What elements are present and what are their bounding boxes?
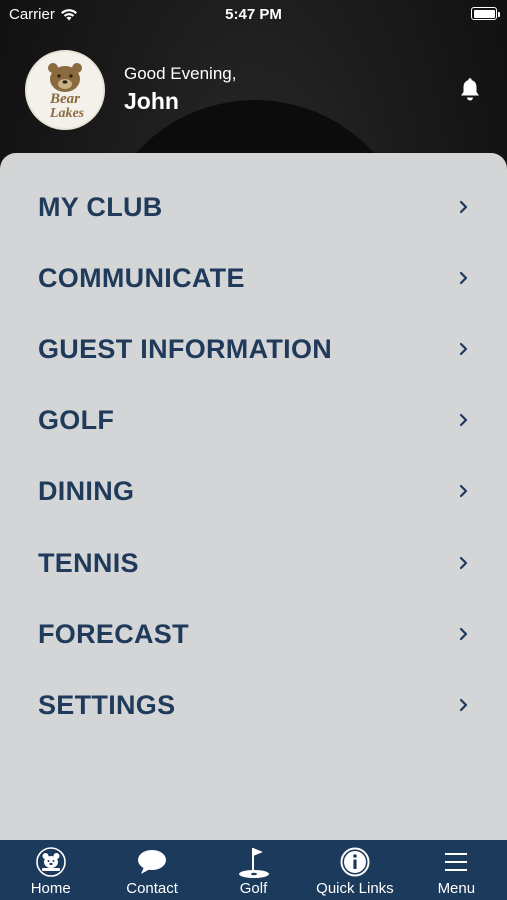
chevron-right-icon — [459, 200, 468, 214]
menu-item-guest-information[interactable]: GUEST INFORMATION — [0, 319, 507, 379]
menu-item-label: SETTINGS — [38, 689, 176, 720]
menu-item-label: FORECAST — [38, 618, 189, 649]
greeting-text: Good Evening, — [124, 64, 237, 83]
bell-icon[interactable] — [459, 78, 481, 102]
chevron-right-icon — [459, 484, 468, 498]
chevron-right-icon — [459, 556, 468, 570]
tab-label: Contact — [126, 880, 178, 897]
chevron-right-icon — [459, 271, 468, 285]
menu-item-tennis[interactable]: TENNIS — [0, 533, 507, 593]
header: Bear Lakes Good Evening, John — [0, 40, 507, 140]
tab-label: Home — [30, 880, 71, 897]
tab-label: Menu — [437, 880, 476, 897]
battery-icon — [471, 7, 500, 20]
hamburger-icon — [445, 853, 468, 871]
menu-item-forecast[interactable]: FORECAST — [0, 604, 507, 664]
chevron-right-icon — [459, 342, 468, 356]
bear-logo-icon — [35, 847, 66, 877]
menu-item-my-club[interactable]: MY CLUB — [0, 177, 507, 237]
menu-item-communicate[interactable]: COMMUNICATE — [0, 248, 507, 308]
info-icon — [340, 847, 370, 877]
menu-item-label: TENNIS — [38, 547, 139, 578]
main-menu-panel: MY CLUB COMMUNICATE GUEST INFORMATION GO… — [0, 153, 507, 843]
greeting: Good Evening, John — [124, 64, 236, 115]
club-logo[interactable]: Bear Lakes — [25, 50, 105, 130]
tab-golf[interactable]: Golf — [203, 840, 304, 900]
chevron-right-icon — [459, 698, 468, 712]
bear-logo-icon: Bear Lakes — [48, 63, 85, 121]
chevron-right-icon — [459, 413, 468, 427]
tab-label: Quick Links — [316, 880, 394, 897]
menu-item-label: GUEST INFORMATION — [38, 333, 333, 364]
menu-item-label: COMMUNICATE — [38, 262, 245, 293]
bottom-tab-bar: Home Contact Golf Quick Links Menu — [0, 840, 507, 900]
menu-item-settings[interactable]: SETTINGS — [0, 675, 507, 735]
logo-text-bear: Bear — [49, 91, 80, 107]
user-name: John — [124, 88, 179, 114]
tab-quick-links[interactable]: Quick Links — [304, 840, 405, 900]
menu-item-label: GOLF — [38, 404, 115, 435]
logo-text-lakes: Lakes — [49, 106, 85, 121]
status-bar: Carrier 5:47 PM — [0, 0, 507, 30]
tab-label: Golf — [239, 880, 268, 897]
menu-item-label: DINING — [38, 475, 135, 506]
chevron-right-icon — [459, 627, 468, 641]
golf-flag-icon — [238, 848, 269, 878]
chat-bubble-icon — [138, 850, 167, 874]
menu-item-golf[interactable]: GOLF — [0, 390, 507, 450]
menu-item-label: MY CLUB — [38, 191, 163, 222]
tab-menu[interactable]: Menu — [406, 840, 507, 900]
menu-item-dining[interactable]: DINING — [0, 461, 507, 521]
tab-contact[interactable]: Contact — [101, 840, 202, 900]
tab-home[interactable]: Home — [0, 840, 101, 900]
clock: 5:47 PM — [225, 6, 282, 23]
